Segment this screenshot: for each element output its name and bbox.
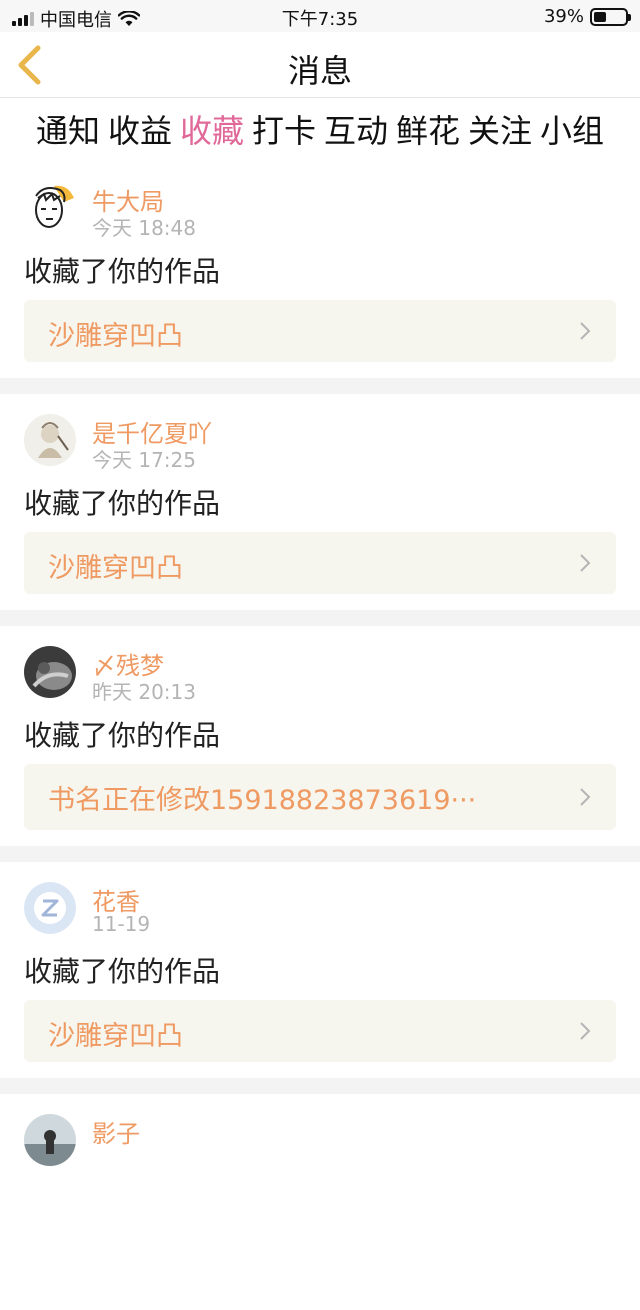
status-bar: 中国电信 下午7:35 39% <box>0 0 640 32</box>
tab-follow[interactable]: 关注 <box>468 100 532 160</box>
tab-notifications[interactable]: 通知 <box>36 100 100 160</box>
nav-bar: 消息 <box>0 32 640 98</box>
status-right: 39% <box>543 6 631 27</box>
user-avatar[interactable] <box>24 646 76 698</box>
chevron-right-icon <box>580 788 591 806</box>
username[interactable]: 影子 <box>92 1114 140 1149</box>
message-item: 〆残梦 昨天 20:13 收藏了你的作品 书名正在修改1591882387361… <box>0 626 640 846</box>
separator <box>0 1078 640 1094</box>
user-avatar[interactable] <box>24 414 76 466</box>
chevron-right-icon <box>580 1022 591 1040</box>
tab-interaction[interactable]: 互动 <box>324 100 388 160</box>
separator <box>0 846 640 862</box>
chevron-right-icon <box>580 554 591 572</box>
action-text: 收藏了你的作品 <box>24 487 221 520</box>
action-text: 收藏了你的作品 <box>24 255 221 288</box>
action-text: 收藏了你的作品 <box>24 955 221 988</box>
message-item: 花香 11-19 收藏了你的作品 沙雕穿凹凸 <box>0 862 640 1078</box>
message-item: 牛大局 今天 18:48 收藏了你的作品 沙雕穿凹凸 <box>0 162 640 378</box>
work-link[interactable]: 沙雕穿凹凸 <box>24 1000 616 1062</box>
tab-favorites[interactable]: 收藏 <box>180 100 244 160</box>
user-avatar[interactable] <box>24 182 76 234</box>
timestamp: 昨天 20:13 <box>92 680 196 704</box>
tab-bar: 通知 收益 收藏 打卡 互动 鲜花 关注 小组 <box>0 100 640 160</box>
battery-percent: 39% <box>543 6 584 27</box>
action-text: 收藏了你的作品 <box>24 719 221 752</box>
page-title: 消息 <box>287 52 352 90</box>
work-title: 沙雕穿凹凸 <box>48 321 183 352</box>
user-avatar[interactable] <box>24 1114 76 1166</box>
chevron-right-icon <box>580 322 591 340</box>
timestamp: 11-19 <box>92 912 151 936</box>
tab-groups[interactable]: 小组 <box>540 100 604 160</box>
work-title: 书名正在修改15918823873619··· <box>48 785 477 816</box>
timestamp: 今天 18:48 <box>92 216 196 240</box>
timestamp: 今天 17:25 <box>92 448 196 472</box>
work-title: 沙雕穿凹凸 <box>48 553 183 584</box>
qq-default-avatar-icon[interactable] <box>24 882 76 934</box>
tab-checkin[interactable]: 打卡 <box>252 100 316 160</box>
work-link[interactable]: 沙雕穿凹凸 <box>24 532 616 594</box>
work-link[interactable]: 沙雕穿凹凸 <box>24 300 616 362</box>
tab-flowers[interactable]: 鲜花 <box>396 100 460 160</box>
tab-earnings[interactable]: 收益 <box>108 100 172 160</box>
work-link[interactable]: 书名正在修改15918823873619··· <box>24 764 616 830</box>
message-item: 影子 <box>0 1094 640 1310</box>
battery-icon <box>590 7 631 26</box>
separator <box>0 610 640 626</box>
work-title: 沙雕穿凹凸 <box>48 1021 183 1052</box>
separator <box>0 378 640 394</box>
message-item: 是千亿夏吖 今天 17:25 收藏了你的作品 沙雕穿凹凸 <box>0 394 640 610</box>
